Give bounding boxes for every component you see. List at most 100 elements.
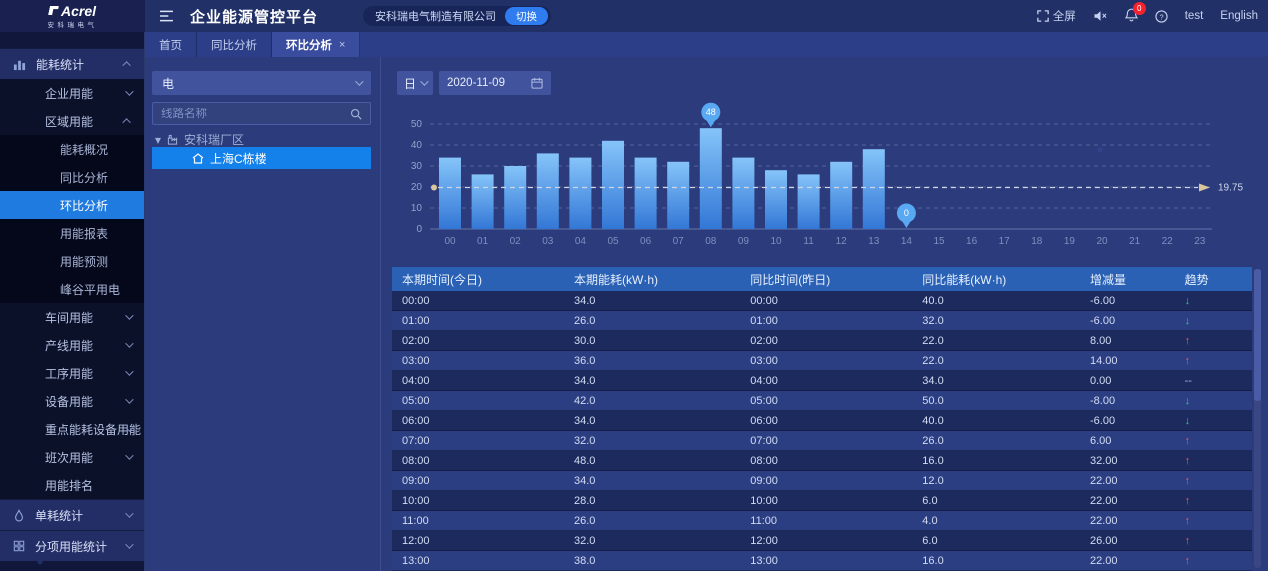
tree-caret-icon[interactable]: ▾ xyxy=(155,133,161,147)
table-scrollbar xyxy=(1254,269,1261,568)
table-cell: 32.0 xyxy=(912,315,1080,327)
table-cell: 34.0 xyxy=(564,375,740,387)
company-name: 安科瑞电气制造有限公司 xyxy=(375,8,496,24)
tab-同比分析[interactable]: 同比分析 xyxy=(197,32,272,57)
sidebar-item-单耗统计[interactable]: 单耗统计 xyxy=(0,499,144,530)
table-cell: 02:00 xyxy=(392,335,564,347)
search-input[interactable] xyxy=(161,108,350,120)
sidebar-item-能耗概况[interactable]: 能耗概况 xyxy=(0,135,144,163)
sidebar-item-班次用能[interactable]: 班次用能 xyxy=(0,443,144,471)
table-cell: 32.0 xyxy=(564,535,740,547)
trend-cell: ↑ xyxy=(1175,515,1252,527)
fullscreen-button[interactable]: 全屏 xyxy=(1037,8,1076,24)
table-cell: 12.0 xyxy=(912,475,1080,487)
chevron-down-icon xyxy=(125,509,133,517)
sidebar-item-分项用能统计[interactable]: 分项用能统计 xyxy=(0,530,144,561)
notification-badge: 0 xyxy=(1133,2,1146,15)
svg-text:0: 0 xyxy=(416,224,422,235)
sidebar-item-区域用能[interactable]: 区域用能 xyxy=(0,107,144,135)
scrollbar-thumb[interactable] xyxy=(1254,269,1261,401)
table-cell: 10:00 xyxy=(740,495,912,507)
line-search xyxy=(152,102,371,125)
table-cell: 34.0 xyxy=(564,295,740,307)
logo: Acrel 安科瑞电气 xyxy=(0,0,145,32)
sidebar-item-重点能耗设备用能[interactable]: 重点能耗设备用能 xyxy=(0,415,144,443)
app-header: Acrel 安科瑞电气 企业能源管控平台 安科瑞电气制造有限公司 切换 全屏 0 xyxy=(0,0,1268,32)
tree-root-label[interactable]: 安科瑞厂区 xyxy=(184,131,244,148)
table-cell: 16.0 xyxy=(912,455,1080,467)
table-cell: 48.0 xyxy=(564,455,740,467)
table-cell: 6.0 xyxy=(912,535,1080,547)
notifications-button[interactable]: 0 xyxy=(1125,8,1138,25)
fullscreen-icon xyxy=(1037,10,1049,22)
svg-text:23: 23 xyxy=(1194,236,1206,247)
svg-text:21: 21 xyxy=(1129,236,1141,247)
tab-首页[interactable]: 首页 xyxy=(145,32,197,57)
table-cell: -6.00 xyxy=(1080,295,1175,307)
svg-text:48: 48 xyxy=(706,107,716,117)
company-selector: 安科瑞电气制造有限公司 切换 xyxy=(363,6,551,26)
close-icon[interactable]: × xyxy=(339,39,345,51)
tab-环比分析[interactable]: 环比分析× xyxy=(272,32,360,57)
svg-text:02: 02 xyxy=(510,236,522,247)
sidebar-item-同比分析[interactable]: 同比分析 xyxy=(0,163,144,191)
svg-text:18: 18 xyxy=(1031,236,1043,247)
svg-text:13: 13 xyxy=(868,236,880,247)
help-button[interactable]: ? xyxy=(1155,10,1168,23)
sidebar-item-用能预测[interactable]: 用能预测 xyxy=(0,247,144,275)
table-cell: 22.0 xyxy=(912,335,1080,347)
trend-cell: -- xyxy=(1175,375,1252,387)
column-header: 增减量 xyxy=(1080,271,1175,288)
sidebar-item-企业用能[interactable]: 企业用能 xyxy=(0,79,144,107)
svg-text:12: 12 xyxy=(836,236,848,247)
chevron-down-icon xyxy=(125,540,133,548)
svg-text:20: 20 xyxy=(411,182,423,193)
sidebar-item-车间用能[interactable]: 车间用能 xyxy=(0,303,144,331)
sidebar-item-产线用能[interactable]: 产线用能 xyxy=(0,331,144,359)
svg-text:50: 50 xyxy=(411,119,423,130)
table-cell: 05:00 xyxy=(740,395,912,407)
table-cell: 4.0 xyxy=(912,515,1080,527)
table-cell: 16.0 xyxy=(912,555,1080,567)
table-row: 02:0030.002:0022.08.00↑ xyxy=(392,331,1252,351)
table-cell: 04:00 xyxy=(740,375,912,387)
table-row: 12:0032.012:006.026.00↑ xyxy=(392,531,1252,551)
table-cell: 36.0 xyxy=(564,355,740,367)
switch-company-button[interactable]: 切换 xyxy=(505,7,548,25)
table-cell: 08:00 xyxy=(392,455,564,467)
table-cell: 01:00 xyxy=(392,315,564,327)
svg-text:19.75: 19.75 xyxy=(1218,183,1243,194)
sidebar-item-设备用能[interactable]: 设备用能 xyxy=(0,387,144,415)
language-switcher[interactable]: English xyxy=(1220,10,1258,22)
table-row: 06:0034.006:0040.0-6.00↓ xyxy=(392,411,1252,431)
table-cell: 06:00 xyxy=(740,415,912,427)
sidebar-item-label: 车间用能 xyxy=(45,309,93,326)
mute-button[interactable] xyxy=(1093,10,1108,22)
tab-label: 首页 xyxy=(159,37,182,53)
period-select[interactable]: 日 xyxy=(397,71,433,95)
chevron-down-icon xyxy=(125,395,133,403)
sidebar-item-能耗统计[interactable]: 能耗统计 xyxy=(0,48,144,79)
svg-text:10: 10 xyxy=(770,236,782,247)
search-icon[interactable] xyxy=(350,108,362,120)
sidebar-item-label: 同比分析 xyxy=(60,169,108,186)
date-picker[interactable]: 2020-11-09 xyxy=(439,71,551,95)
tree-node-building[interactable]: 上海C栋楼 xyxy=(152,147,371,169)
energy-bar-chart[interactable]: 0102030405000010203040506070809101112131… xyxy=(390,97,1260,257)
sidebar-item-峰谷平用电[interactable]: 峰谷平用电 xyxy=(0,275,144,303)
svg-text:09: 09 xyxy=(738,236,750,247)
table-cell: 28.0 xyxy=(564,495,740,507)
trend-cell: ↓ xyxy=(1175,415,1252,427)
table-body: 00:0034.000:0040.0-6.00↓01:0026.001:0032… xyxy=(392,291,1252,571)
energy-type-select[interactable]: 电 xyxy=(152,71,371,95)
column-header: 同比时间(昨日) xyxy=(740,271,912,288)
tree-node-root[interactable]: ▾ 安科瑞厂区 xyxy=(155,131,244,148)
menu-fold-icon[interactable] xyxy=(159,10,174,22)
sidebar-item-用能排名[interactable]: 用能排名 xyxy=(0,471,144,499)
user-menu[interactable]: test xyxy=(1185,10,1204,22)
sidebar-item-工序用能[interactable]: 工序用能 xyxy=(0,359,144,387)
table-cell: 11:00 xyxy=(392,515,564,527)
sidebar-item-环比分析[interactable]: 环比分析 xyxy=(0,191,144,219)
sidebar-item-用能报表[interactable]: 用能报表 xyxy=(0,219,144,247)
svg-text:07: 07 xyxy=(673,236,685,247)
